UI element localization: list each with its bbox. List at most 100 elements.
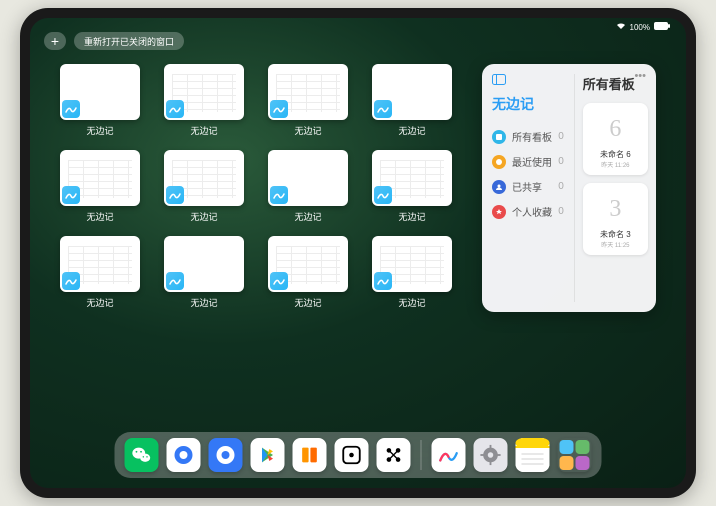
category-list: 所有看板 0 最近使用 0 已共享 0 个人收藏 0 bbox=[492, 124, 564, 224]
panel-sidebar: 无边记 所有看板 0 最近使用 0 已共享 0 个人收藏 0 bbox=[482, 74, 575, 302]
dock-app-wechat[interactable] bbox=[125, 438, 159, 472]
category-item[interactable]: 个人收藏 0 bbox=[492, 199, 564, 224]
dock-app-settings[interactable] bbox=[474, 438, 508, 472]
dock-app-notes[interactable] bbox=[516, 438, 550, 472]
window-thumbnail[interactable]: 无边记 bbox=[268, 150, 348, 228]
freeform-app-icon bbox=[62, 272, 80, 290]
board-timestamp: 昨天 11:26 bbox=[601, 160, 629, 169]
dock bbox=[115, 432, 602, 478]
category-item[interactable]: 所有看板 0 bbox=[492, 124, 564, 149]
window-thumbnail[interactable]: 无边记 bbox=[372, 64, 452, 142]
window-thumbnail[interactable]: 无边记 bbox=[268, 64, 348, 142]
window-label: 无边记 bbox=[398, 210, 425, 223]
window-thumbnail[interactable]: 无边记 bbox=[60, 64, 140, 142]
dock-app-dots[interactable] bbox=[377, 438, 411, 472]
window-thumbnail[interactable]: 无边记 bbox=[372, 150, 452, 228]
thumb-preview bbox=[268, 236, 348, 292]
thumb-preview bbox=[60, 150, 140, 206]
category-icon bbox=[492, 180, 506, 194]
dock-separator bbox=[421, 440, 422, 470]
window-label: 无边记 bbox=[86, 124, 113, 137]
status-bar: 100% bbox=[616, 22, 670, 32]
window-label: 无边记 bbox=[190, 124, 217, 137]
window-label: 无边记 bbox=[398, 124, 425, 137]
category-item[interactable]: 最近使用 0 bbox=[492, 149, 564, 174]
thumb-preview bbox=[372, 64, 452, 120]
category-label: 最近使用 bbox=[512, 154, 552, 169]
freeform-app-icon bbox=[270, 186, 288, 204]
dock-app-books[interactable] bbox=[293, 438, 327, 472]
sidebar-toggle-icon[interactable] bbox=[492, 74, 564, 88]
dock-app-play[interactable] bbox=[251, 438, 285, 472]
panel-left-title: 无边记 bbox=[492, 94, 564, 114]
freeform-app-icon bbox=[374, 186, 392, 204]
thumb-preview bbox=[60, 64, 140, 120]
category-count: 0 bbox=[558, 181, 564, 192]
ipad-screen: 100% + 重新打开已关闭的窗口 无边记 无边记 无边记 bbox=[30, 18, 686, 488]
panel-more-icon[interactable]: ••• bbox=[634, 70, 646, 82]
freeform-app-icon bbox=[62, 186, 80, 204]
category-label: 个人收藏 bbox=[512, 204, 552, 219]
freeform-app-icon bbox=[166, 272, 184, 290]
thumb-preview bbox=[60, 236, 140, 292]
category-label: 已共享 bbox=[512, 179, 542, 194]
thumb-preview bbox=[164, 64, 244, 120]
window-thumbnail[interactable]: 无边记 bbox=[268, 236, 348, 314]
top-bar: + 重新打开已关闭的窗口 bbox=[44, 32, 184, 50]
dock-app-dice[interactable] bbox=[335, 438, 369, 472]
window-thumbnail[interactable]: 无边记 bbox=[60, 150, 140, 228]
category-label: 所有看板 bbox=[512, 129, 552, 144]
thumb-preview bbox=[164, 150, 244, 206]
dock-app-quark-hd[interactable] bbox=[167, 438, 201, 472]
freeform-app-icon bbox=[166, 186, 184, 204]
category-count: 0 bbox=[558, 131, 564, 142]
thumb-preview bbox=[268, 150, 348, 206]
category-icon bbox=[492, 130, 506, 144]
freeform-app-icon bbox=[374, 272, 392, 290]
board-item[interactable]: 3 未命名 3 昨天 11:25 bbox=[583, 183, 648, 255]
dock-app-freeform[interactable] bbox=[432, 438, 466, 472]
freeform-app-icon bbox=[270, 272, 288, 290]
thumb-preview bbox=[268, 64, 348, 120]
wifi-icon bbox=[616, 22, 626, 32]
panel-boards: 所有看板 6 未命名 6 昨天 11:263 未命名 3 昨天 11:25 bbox=[575, 74, 656, 302]
freeform-app-icon bbox=[374, 100, 392, 118]
window-label: 无边记 bbox=[190, 296, 217, 309]
freeform-app-icon bbox=[166, 100, 184, 118]
window-thumbnail[interactable]: 无边记 bbox=[60, 236, 140, 314]
category-count: 0 bbox=[558, 156, 564, 167]
window-label: 无边记 bbox=[294, 210, 321, 223]
thumb-preview bbox=[372, 150, 452, 206]
window-thumbnail[interactable]: 无边记 bbox=[164, 150, 244, 228]
reopen-label: 重新打开已关闭的窗口 bbox=[84, 35, 174, 48]
ipad-device: 100% + 重新打开已关闭的窗口 无边记 无边记 无边记 bbox=[20, 8, 696, 498]
window-thumbnail[interactable]: 无边记 bbox=[164, 236, 244, 314]
window-thumbnail[interactable]: 无边记 bbox=[372, 236, 452, 314]
freeform-app-icon bbox=[270, 100, 288, 118]
battery-label: 100% bbox=[630, 23, 650, 32]
battery-icon bbox=[654, 22, 670, 32]
reopen-closed-window-button[interactable]: 重新打开已关闭的窗口 bbox=[74, 32, 184, 50]
freeform-panel[interactable]: ••• 无边记 所有看板 0 最近使用 0 已共享 0 个人收藏 0 所有看板 … bbox=[482, 64, 656, 312]
dock-app-app-library[interactable] bbox=[558, 438, 592, 472]
board-item[interactable]: 6 未命名 6 昨天 11:26 bbox=[583, 103, 648, 175]
freeform-app-icon bbox=[62, 100, 80, 118]
plus-icon: + bbox=[51, 33, 59, 49]
thumb-preview bbox=[372, 236, 452, 292]
board-timestamp: 昨天 11:25 bbox=[601, 240, 629, 249]
category-icon bbox=[492, 155, 506, 169]
category-item[interactable]: 已共享 0 bbox=[492, 174, 564, 199]
window-label: 无边记 bbox=[294, 296, 321, 309]
board-preview: 6 bbox=[589, 109, 642, 149]
expose-content: 无边记 无边记 无边记 无边记 无边记 无边记 无边记 无边记 bbox=[60, 64, 656, 424]
window-label: 无边记 bbox=[86, 296, 113, 309]
window-label: 无边记 bbox=[86, 210, 113, 223]
new-window-button[interactable]: + bbox=[44, 32, 66, 50]
board-preview: 3 bbox=[589, 189, 642, 229]
window-label: 无边记 bbox=[190, 210, 217, 223]
window-label: 无边记 bbox=[398, 296, 425, 309]
board-name: 未命名 3 bbox=[600, 229, 631, 240]
dock-app-quark[interactable] bbox=[209, 438, 243, 472]
window-thumbnail[interactable]: 无边记 bbox=[164, 64, 244, 142]
category-icon bbox=[492, 205, 506, 219]
